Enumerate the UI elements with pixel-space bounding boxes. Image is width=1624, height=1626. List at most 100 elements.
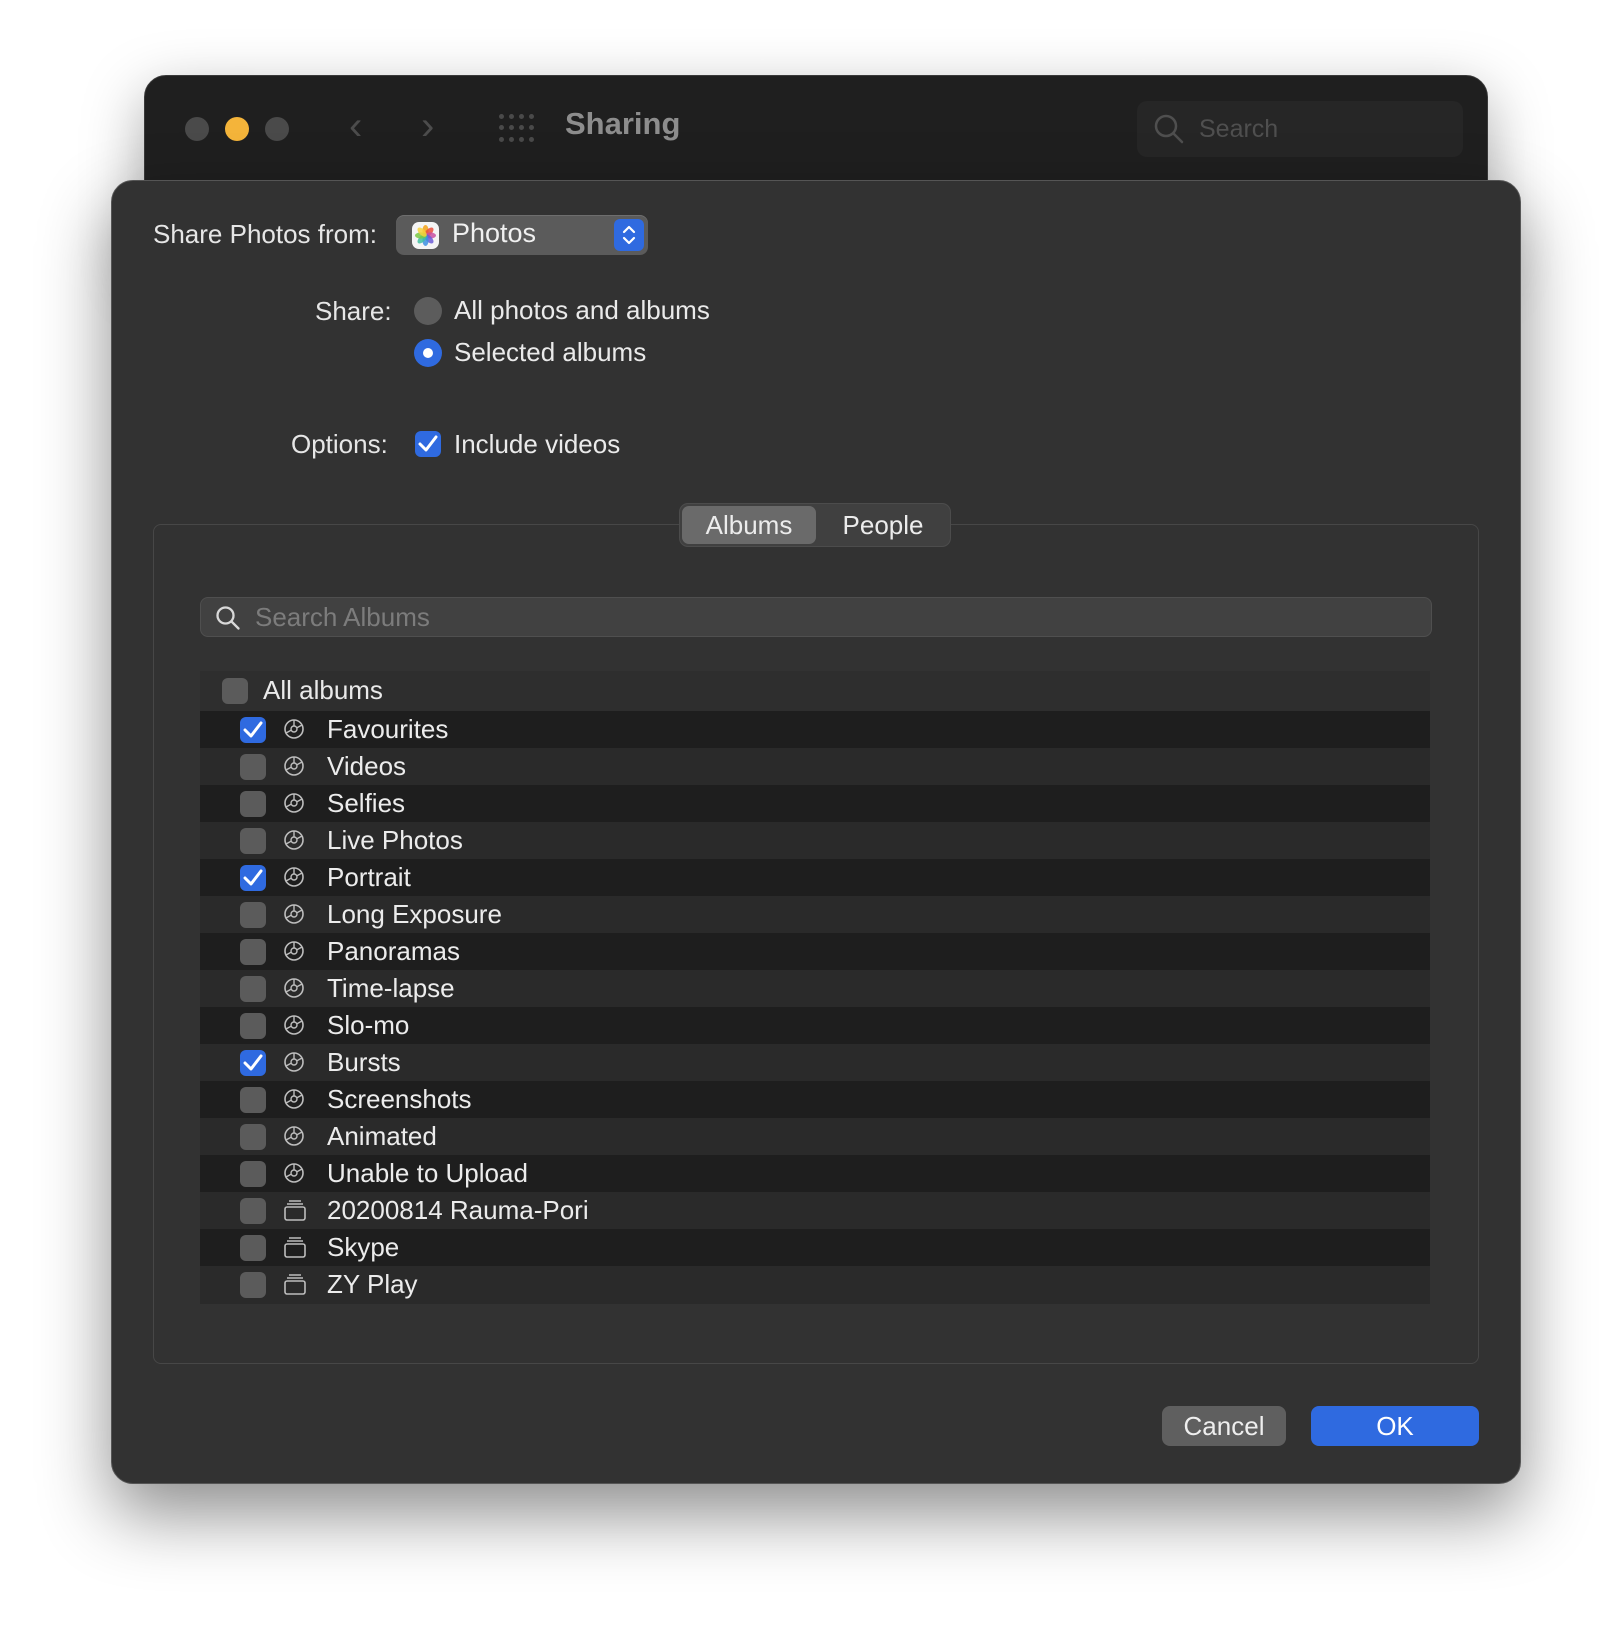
window-title: Sharing	[565, 106, 681, 141]
smart-album-icon	[282, 1050, 306, 1079]
album-checkbox[interactable]	[240, 1161, 266, 1187]
source-app-value: Photos	[452, 218, 537, 248]
album-list[interactable]: All albums Favourites Videos Selfies Live P…	[200, 671, 1430, 1313]
album-row[interactable]: Time-lapse	[200, 970, 1430, 1008]
album-checkbox[interactable]	[240, 902, 266, 928]
album-row[interactable]: Unable to Upload	[200, 1155, 1430, 1193]
share-photos-sheet: Share Photos from: Photos Share: All pho…	[111, 180, 1521, 1484]
all-albums-checkbox[interactable]	[222, 678, 248, 704]
album-row[interactable]: 20200814 Rauma-Pori	[200, 1192, 1430, 1230]
zoom-window-button[interactable]	[265, 117, 289, 141]
selected-albums-radio[interactable]	[414, 339, 442, 367]
album-checkbox[interactable]	[240, 1124, 266, 1150]
smart-album-icon	[282, 976, 306, 1005]
options-label: Options:	[291, 429, 388, 459]
album-label: Screenshots	[327, 1084, 472, 1114]
album-stack-icon	[282, 1198, 308, 1227]
smart-album-icon	[282, 865, 306, 894]
album-row[interactable]: Screenshots	[200, 1081, 1430, 1119]
albums-people-segmented-control[interactable]: Albums People	[679, 503, 951, 547]
all-albums-label: All albums	[263, 675, 383, 705]
all-photos-radio-label[interactable]: All photos and albums	[454, 295, 710, 326]
forward-arrow-icon[interactable]: ›	[421, 106, 434, 146]
album-row[interactable]: Selfies	[200, 785, 1430, 823]
album-checkbox[interactable]	[240, 754, 266, 780]
checkmark-icon	[243, 1054, 263, 1071]
checkmark-icon	[418, 435, 438, 452]
smart-album-icon	[282, 1124, 306, 1153]
album-row[interactable]: Favourites	[200, 711, 1430, 749]
search-placeholder: Search	[1199, 115, 1279, 143]
include-videos-label[interactable]: Include videos	[454, 429, 620, 460]
album-checkbox[interactable]	[240, 828, 266, 854]
preferences-search-field[interactable]: Search	[1137, 101, 1463, 157]
album-label: Animated	[327, 1121, 437, 1151]
album-checkbox[interactable]	[240, 1272, 266, 1298]
share-label: Share:	[315, 296, 392, 326]
smart-album-icon	[282, 1013, 306, 1042]
album-stack-icon	[282, 1235, 308, 1264]
minimize-window-button[interactable]	[225, 117, 249, 141]
include-videos-checkbox[interactable]	[415, 431, 441, 457]
back-arrow-icon[interactable]: ‹	[349, 106, 362, 146]
smart-album-icon	[282, 754, 306, 783]
search-albums-input[interactable]: Search Albums	[200, 597, 1432, 637]
album-label: Unable to Upload	[327, 1158, 528, 1188]
smart-album-icon	[282, 717, 306, 746]
album-row[interactable]: Videos	[200, 748, 1430, 786]
album-label: Favourites	[327, 714, 449, 744]
all-photos-radio[interactable]	[414, 297, 442, 325]
album-stack-icon	[282, 1272, 308, 1301]
share-from-label: Share Photos from:	[153, 219, 377, 249]
album-row[interactable]: Bursts	[200, 1044, 1430, 1082]
album-checkbox[interactable]	[240, 1235, 266, 1261]
album-label: Portrait	[327, 862, 411, 892]
album-label: Slo-mo	[327, 1010, 410, 1040]
album-label: Bursts	[327, 1047, 401, 1077]
album-row[interactable]: Live Photos	[200, 822, 1430, 860]
album-label: ZY Play	[327, 1269, 418, 1299]
album-row[interactable]: Panoramas	[200, 933, 1430, 971]
album-checkbox[interactable]	[240, 1050, 266, 1076]
smart-album-icon	[282, 791, 306, 820]
popup-stepper-icon	[614, 219, 644, 251]
album-checkbox[interactable]	[240, 939, 266, 965]
show-all-grid-icon[interactable]	[499, 114, 535, 144]
album-label: Videos	[327, 751, 407, 781]
all-albums-row[interactable]: All albums	[200, 671, 1430, 711]
album-label: 20200814 Rauma-Pori	[327, 1195, 589, 1225]
smart-album-icon	[282, 1087, 306, 1116]
cancel-button[interactable]: Cancel	[1162, 1406, 1286, 1446]
album-checkbox[interactable]	[240, 717, 266, 743]
smart-album-icon	[282, 902, 306, 931]
tab-people[interactable]: People	[818, 504, 948, 546]
source-app-popup[interactable]: Photos	[396, 215, 648, 255]
search-icon	[216, 606, 240, 630]
album-row[interactable]: Slo-mo	[200, 1007, 1430, 1045]
album-label: Long Exposure	[327, 899, 502, 929]
album-checkbox[interactable]	[240, 865, 266, 891]
checkmark-icon	[243, 721, 263, 738]
album-checkbox[interactable]	[240, 791, 266, 817]
ok-button[interactable]: OK	[1311, 1406, 1479, 1446]
album-checkbox[interactable]	[240, 1198, 266, 1224]
album-checkbox[interactable]	[240, 1013, 266, 1039]
photos-app-icon	[412, 222, 439, 249]
selected-albums-radio-label[interactable]: Selected albums	[454, 337, 646, 368]
search-icon	[1154, 114, 1184, 144]
album-label: Selfies	[327, 788, 406, 818]
album-row[interactable]: Skype	[200, 1229, 1430, 1267]
album-label: Panoramas	[327, 936, 460, 966]
album-row[interactable]: Portrait	[200, 859, 1430, 897]
checkmark-icon	[243, 869, 263, 886]
smart-album-icon	[282, 939, 306, 968]
close-window-button[interactable]	[185, 117, 209, 141]
album-row[interactable]: Animated	[200, 1118, 1430, 1156]
album-label: Time-lapse	[327, 973, 455, 1003]
album-row[interactable]: Long Exposure	[200, 896, 1430, 934]
album-label: Skype	[327, 1232, 400, 1262]
album-checkbox[interactable]	[240, 976, 266, 1002]
album-checkbox[interactable]	[240, 1087, 266, 1113]
album-row[interactable]: ZY Play	[200, 1266, 1430, 1304]
tab-albums[interactable]: Albums	[682, 506, 816, 544]
